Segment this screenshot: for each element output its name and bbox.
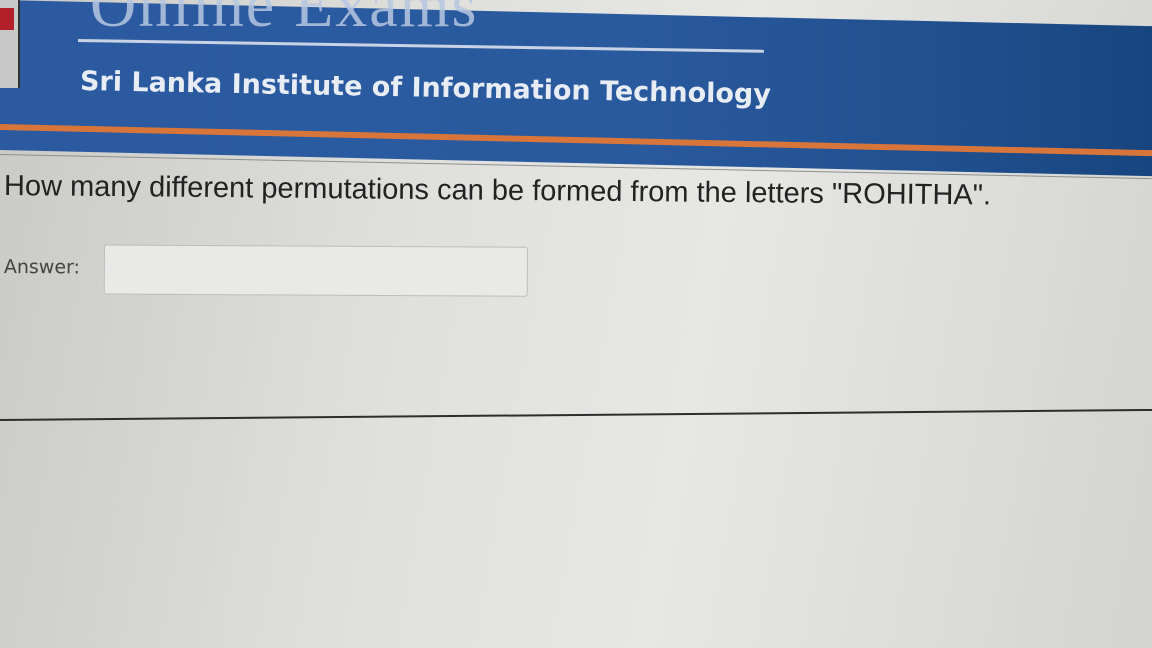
- institute-logo: [0, 0, 20, 88]
- question-divider: [0, 408, 1152, 421]
- exam-page: Online Exams Sri Lanka Institute of Info…: [0, 0, 1152, 648]
- answer-input[interactable]: [103, 244, 528, 297]
- question-text: How many different permutations can be f…: [3, 170, 992, 212]
- logo-emblem: [0, 8, 14, 30]
- site-title: Online Exams: [90, 0, 479, 40]
- answer-label: Answer:: [3, 255, 80, 279]
